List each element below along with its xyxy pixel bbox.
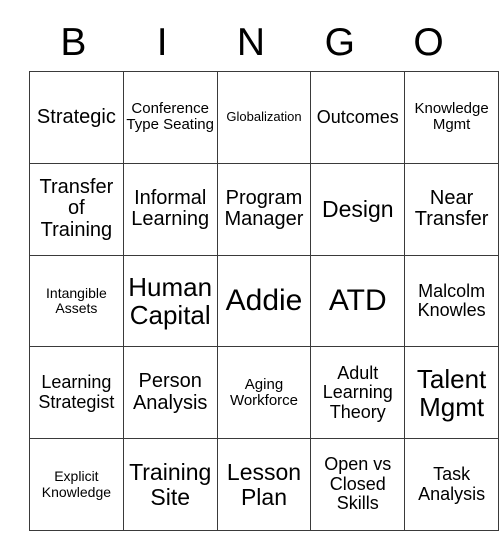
bingo-header-letter-o: O (413, 21, 444, 64)
bingo-row: Intangible Assets Human Capital Addie AT… (29, 254, 499, 348)
bingo-cell[interactable]: Task Analysis (404, 438, 499, 531)
bingo-cell[interactable]: Person Analysis (122, 346, 218, 440)
bingo-header-letter-g: G (324, 21, 355, 64)
bingo-cell[interactable]: Intangible Assets (29, 254, 124, 348)
bingo-cell[interactable]: Human Capital (122, 254, 218, 348)
bingo-header-row: B I N G O (29, 14, 473, 71)
bingo-cell[interactable]: Explicit Knowledge (29, 438, 124, 531)
bingo-cell[interactable]: Informal Learning (122, 162, 218, 256)
bingo-cell[interactable]: Learning Strategist (29, 346, 124, 440)
bingo-header-letter-i: I (156, 21, 168, 64)
bingo-header-letter-n: N (236, 21, 266, 64)
bingo-cell[interactable]: Lesson Plan (216, 438, 312, 531)
bingo-row: Learning Strategist Person Analysis Agin… (29, 346, 499, 440)
bingo-row: Explicit Knowledge Training Site Lesson … (29, 438, 499, 531)
bingo-cell[interactable]: Program Manager (216, 162, 312, 256)
bingo-header-letter-b: B (60, 21, 87, 64)
bingo-cell[interactable]: Strategic (29, 71, 124, 164)
bingo-cell[interactable]: Aging Workforce (216, 346, 312, 440)
bingo-cell[interactable]: Globalization (216, 71, 312, 164)
bingo-cell[interactable]: Adult Learning Theory (310, 346, 406, 440)
bingo-cell[interactable]: Conference Type Seating (122, 71, 218, 164)
bingo-cell[interactable]: Outcomes (310, 71, 406, 164)
bingo-cell[interactable]: Near Transfer (404, 162, 499, 256)
bingo-card: B I N G O Strategic Conference Type Seat… (29, 14, 499, 531)
bingo-cell[interactable]: Malcolm Knowles (404, 254, 499, 348)
bingo-cell[interactable]: Knowledge Mgmt (404, 71, 499, 164)
bingo-cell[interactable]: Transfer of Training (29, 162, 124, 256)
bingo-cell[interactable]: Open vs Closed Skills (310, 438, 406, 531)
bingo-row: Strategic Conference Type Seating Global… (29, 71, 499, 164)
bingo-grid: Strategic Conference Type Seating Global… (29, 71, 499, 531)
bingo-cell[interactable]: ATD (310, 254, 406, 348)
bingo-row: Transfer of Training Informal Learning P… (29, 162, 499, 256)
bingo-cell[interactable]: Addie (216, 254, 312, 348)
bingo-cell[interactable]: Talent Mgmt (404, 346, 499, 440)
bingo-cell[interactable]: Training Site (122, 438, 218, 531)
bingo-cell[interactable]: Design (310, 162, 406, 256)
